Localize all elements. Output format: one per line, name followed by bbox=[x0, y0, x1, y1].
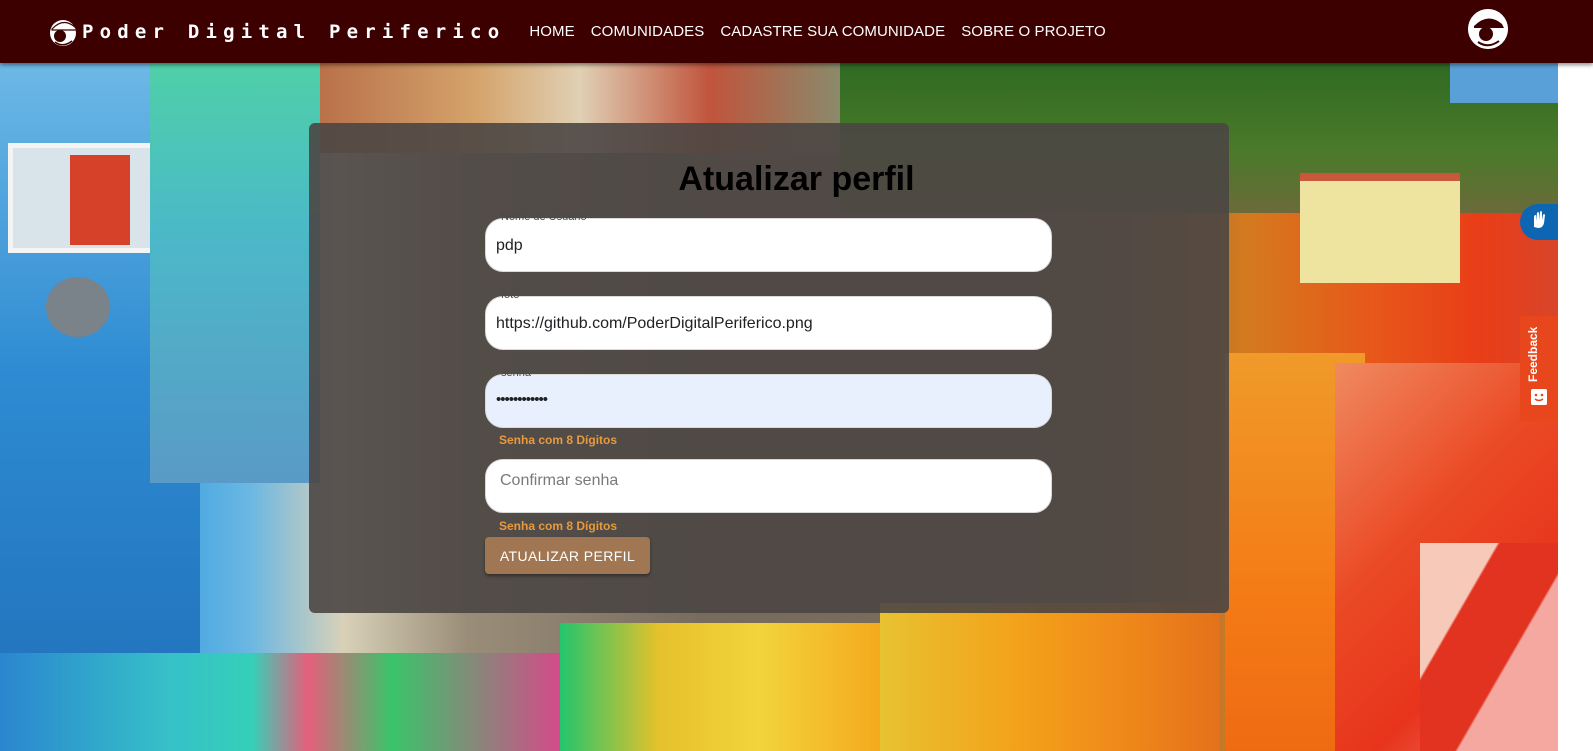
nav-cadastre-comunidade[interactable]: CADASTRE SUA COMUNIDADE bbox=[720, 23, 945, 40]
pink-wall bbox=[0, 653, 560, 751]
password-label: senha bbox=[501, 367, 531, 379]
password-hint: Senha com 8 Dígitos bbox=[499, 433, 618, 447]
green-building bbox=[150, 63, 320, 483]
nav-sobre-projeto[interactable]: SOBRE O PROJETO bbox=[961, 23, 1106, 40]
password-field[interactable]: •••••••••••• bbox=[485, 374, 1052, 428]
hand-sign-language-icon bbox=[1528, 209, 1550, 236]
nav-home[interactable]: HOME bbox=[529, 23, 574, 40]
satellite-dish bbox=[46, 277, 110, 337]
hat-person-icon bbox=[46, 15, 80, 49]
profile-avatar-icon[interactable] bbox=[1468, 9, 1508, 49]
pink-stripe bbox=[1420, 543, 1558, 751]
feedback-tab[interactable]: Feedback bbox=[1520, 316, 1558, 421]
username-field[interactable]: pdp bbox=[485, 218, 1052, 272]
feedback-smile-icon bbox=[1531, 389, 1547, 405]
orange-house bbox=[880, 603, 1220, 751]
accessibility-widget[interactable] bbox=[1520, 204, 1558, 240]
nav-links: HOME COMUNIDADES CADASTRE SUA COMUNIDADE… bbox=[529, 23, 1121, 40]
username-label: Nome de Usuário bbox=[501, 211, 587, 223]
nav-comunidades[interactable]: COMUNIDADES bbox=[591, 23, 705, 40]
username-value: pdp bbox=[496, 237, 523, 254]
password-value: •••••••••••• bbox=[496, 391, 548, 408]
brand-name: Poder Digital Periferico bbox=[82, 20, 506, 43]
page-title: Atualizar perfil bbox=[678, 160, 915, 198]
confirm-password-field[interactable]: Confirmar senha bbox=[485, 459, 1052, 513]
confirm-password-hint: Senha com 8 Dígitos bbox=[499, 519, 618, 533]
photo-url-field[interactable]: https://github.com/PoderDigitalPeriferic… bbox=[485, 296, 1052, 350]
feedback-label: Feedback bbox=[1526, 326, 1540, 382]
sky-strip bbox=[1450, 63, 1558, 103]
brand[interactable]: Poder Digital Periferico bbox=[46, 15, 505, 49]
update-profile-button[interactable]: ATUALIZAR PERFIL bbox=[485, 537, 650, 574]
photo-url-value: https://github.com/PoderDigitalPeriferic… bbox=[496, 315, 813, 332]
photo-label: foto bbox=[501, 289, 520, 301]
yellow-house bbox=[560, 623, 890, 751]
confirm-password-placeholder: Confirmar senha bbox=[500, 472, 619, 489]
top-navbar: Poder Digital Periferico HOME COMUNIDADE… bbox=[0, 0, 1593, 63]
